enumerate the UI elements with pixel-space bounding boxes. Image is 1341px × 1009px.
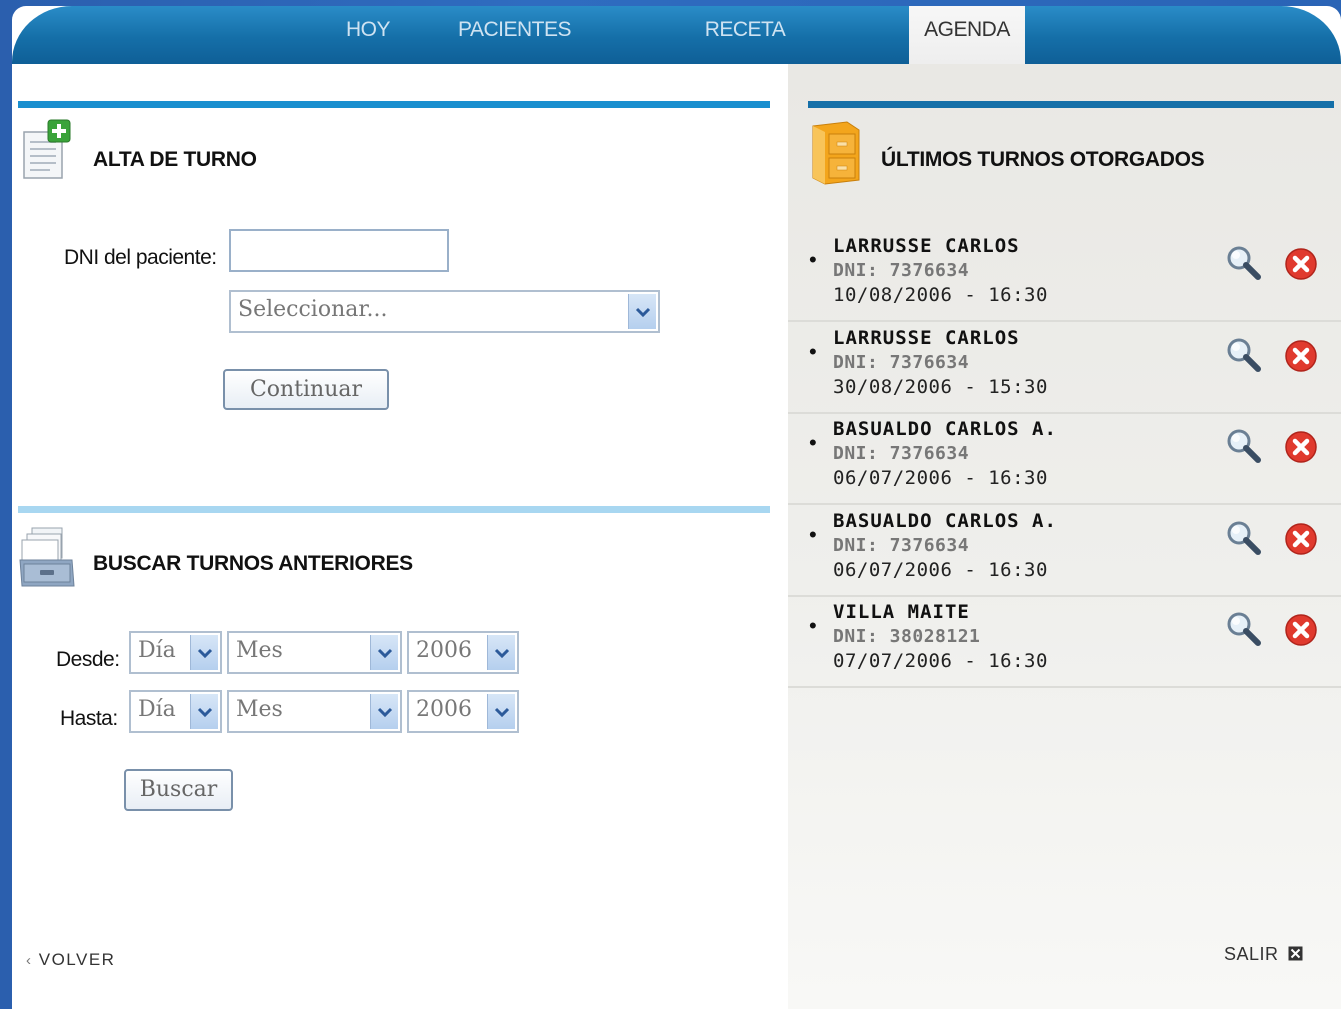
desde-month-value: Mes xyxy=(236,638,283,663)
patient-name: LARRUSSE CARLOS xyxy=(833,326,1020,349)
hasta-day-value: Día xyxy=(138,697,176,722)
bullet: • xyxy=(809,613,817,638)
tab-agenda[interactable]: AGENDA xyxy=(909,6,1025,64)
chevron-down-icon xyxy=(370,635,398,670)
patient-dni: DNI: 7376634 xyxy=(833,260,970,281)
appointment-date: 07/07/2006 - 16:30 xyxy=(833,650,1048,672)
right-panel: ÚLTIMOS TURNOS OTORGADOS • LARRUSSE CARLO… xyxy=(788,64,1341,1009)
appointment-item: • BASUALDO CARLOS A. DNI: 7376634 06/07/200… xyxy=(788,504,1341,597)
desde-day-value: Día xyxy=(138,638,176,663)
magnifier-icon[interactable] xyxy=(1225,519,1263,557)
patient-name: LARRUSSE CARLOS xyxy=(833,235,1020,257)
continue-button[interactable]: Continuar xyxy=(223,369,389,410)
chevron-left-icon: ‹ xyxy=(26,952,33,969)
buscar-title: BUSCAR TURNOS ANTERIORES xyxy=(93,552,413,575)
magnifier-icon[interactable] xyxy=(1225,610,1263,648)
desde-year-value: 2006 xyxy=(416,638,472,663)
patient-name: VILLA MAITE xyxy=(833,601,970,623)
patient-name: BASUALDO CARLOS A. xyxy=(833,418,1057,440)
app-window: HOY PACIENTES RECETA ELECTRÓNICA AGENDA … xyxy=(12,6,1341,1009)
chevron-down-icon xyxy=(370,694,398,729)
bullet: • xyxy=(809,430,817,455)
hasta-month-value: Mes xyxy=(236,697,283,722)
hasta-month-select[interactable]: Mes xyxy=(227,690,402,733)
magnifier-icon[interactable] xyxy=(1225,336,1263,374)
dni-input[interactable] xyxy=(229,229,449,272)
delete-icon[interactable] xyxy=(1284,522,1318,556)
appointment-item: • BASUALDO CARLOS A. DNI: 7376634 06/07/200… xyxy=(788,412,1341,505)
search-button[interactable]: Buscar xyxy=(124,769,233,811)
section-divider xyxy=(808,101,1334,108)
patient-name: BASUALDO CARLOS A. xyxy=(833,509,1057,532)
bullet: • xyxy=(809,247,817,272)
tab-receta-electronica[interactable]: RECETA ELECTRÓNICA xyxy=(632,6,858,89)
exit-label: SALIR xyxy=(1224,944,1279,964)
appointment-item: • LARRUSSE CARLOS DNI: 7376634 30/08/2006 -… xyxy=(788,321,1341,414)
delete-icon[interactable] xyxy=(1284,613,1318,647)
folder-drawer-icon xyxy=(807,120,863,186)
tab-pacientes[interactable]: PACIENTES xyxy=(452,6,577,64)
chevron-down-icon xyxy=(190,635,218,670)
ultimos-title: ÚLTIMOS TURNOS OTORGADOS xyxy=(881,148,1205,171)
patient-dni: DNI: 38028121 xyxy=(833,626,981,647)
section-divider xyxy=(18,101,770,108)
patient-dni: DNI: 7376634 xyxy=(833,534,970,556)
file-cabinet-icon xyxy=(18,524,78,590)
top-navigation: HOY PACIENTES RECETA ELECTRÓNICA AGENDA xyxy=(12,6,1341,89)
bullet: • xyxy=(809,338,817,364)
magnifier-icon[interactable] xyxy=(1225,427,1263,465)
section-divider xyxy=(18,506,770,513)
chevron-down-icon xyxy=(628,294,656,329)
tab-hoy[interactable]: HOY xyxy=(330,6,406,64)
hasta-year-value: 2006 xyxy=(416,697,472,722)
appointment-date: 06/07/2006 - 16:30 xyxy=(833,558,1048,581)
patient-dni: DNI: 7376634 xyxy=(833,351,970,373)
bullet: • xyxy=(809,521,817,547)
magnifier-icon[interactable] xyxy=(1225,244,1263,282)
patient-dni: DNI: 7376634 xyxy=(833,443,970,464)
back-link[interactable]: ‹ VOLVER xyxy=(26,950,115,970)
chevron-down-icon xyxy=(487,635,515,670)
alta-title: ALTA DE TURNO xyxy=(93,148,257,171)
hasta-day-select[interactable]: Día xyxy=(129,690,222,733)
delete-icon[interactable] xyxy=(1284,339,1318,373)
new-document-icon xyxy=(22,118,74,182)
desde-label: Desde: xyxy=(56,648,120,671)
left-panel: ALTA DE TURNO DNI del paciente: Seleccio… xyxy=(12,64,788,1009)
desde-day-select[interactable]: Día xyxy=(129,631,222,674)
dni-label: DNI del paciente: xyxy=(64,246,217,269)
appointment-date: 10/08/2006 - 16:30 xyxy=(833,284,1048,306)
delete-icon[interactable] xyxy=(1284,430,1318,464)
chevron-down-icon xyxy=(487,694,515,729)
exit-link[interactable]: SALIR xyxy=(1224,944,1303,966)
patient-select-value: Seleccionar... xyxy=(238,297,388,322)
chevron-down-icon xyxy=(190,694,218,729)
appointment-date: 06/07/2006 - 16:30 xyxy=(833,467,1048,489)
appointment-item: • LARRUSSE CARLOS DNI: 7376634 10/08/2006 -… xyxy=(788,229,1341,322)
close-box-icon xyxy=(1288,945,1303,966)
appointment-item: • VILLA MAITE DNI: 38028121 07/07/2006 - 16… xyxy=(788,595,1341,688)
appointment-date: 30/08/2006 - 15:30 xyxy=(833,375,1048,398)
desde-month-select[interactable]: Mes xyxy=(227,631,402,674)
hasta-year-select[interactable]: 2006 xyxy=(407,690,519,733)
delete-icon[interactable] xyxy=(1284,247,1318,281)
hasta-label: Hasta: xyxy=(60,707,118,730)
patient-select[interactable]: Seleccionar... xyxy=(229,290,660,333)
back-label: VOLVER xyxy=(38,950,116,969)
desde-year-select[interactable]: 2006 xyxy=(407,631,519,674)
